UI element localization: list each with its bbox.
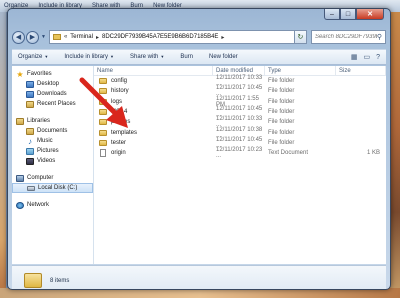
refresh-button[interactable]: ↻ xyxy=(294,30,307,44)
help-icon[interactable]: ? xyxy=(376,54,380,61)
organize-label: Organize xyxy=(18,54,43,60)
hard-drive-icon xyxy=(27,185,35,191)
share-with-menu[interactable]: Share with ▼ xyxy=(130,54,164,60)
file-date: 12/11/2017 10:23 ... xyxy=(216,147,263,160)
command-bar-right: ▦ ▭ ? xyxy=(351,53,386,62)
sidebar-item-label: Recent Places xyxy=(37,101,76,107)
column-header-size[interactable]: Size xyxy=(336,65,386,76)
text-document-icon xyxy=(100,149,106,158)
file-type: Text Document xyxy=(268,150,309,157)
chevron-right-icon[interactable]: ▸ xyxy=(221,34,224,41)
organize-menu[interactable]: Organize ▼ xyxy=(18,54,48,60)
column-header-date-modified[interactable]: Date modified xyxy=(213,65,265,76)
breadcrumb-current-folder[interactable]: 8DC29DF7939B45A7E5E9B6B6D7185B4E xyxy=(102,34,218,40)
file-type: File folder xyxy=(268,88,295,95)
computer-icon xyxy=(16,174,24,182)
recent-places-icon xyxy=(26,100,34,108)
file-name-cell: origin xyxy=(94,149,213,158)
share-with-label: Share with xyxy=(129,54,159,60)
sidebar-item-music[interactable]: ♪ Music xyxy=(12,136,93,146)
sidebar-item-label: Music xyxy=(37,138,53,144)
sidebar-item-label: Videos xyxy=(37,158,56,164)
desktop-wallpaper-left xyxy=(0,12,6,298)
explorer-window: – □ ✕ ◀ ▶ ▼ « Terminal ▸ 8DC29DF7939B45A… xyxy=(7,8,391,290)
explorer-body: ★ Favorites Desktop Downloads Recent Pla… xyxy=(12,65,386,264)
folder-icon xyxy=(52,34,61,40)
documents-icon xyxy=(26,127,34,135)
sidebar-item-label: Documents xyxy=(37,128,68,134)
red-arrow-annotation-icon xyxy=(79,77,128,128)
file-row[interactable]: origin 12/11/2017 10:23 ... Text Documen… xyxy=(94,147,386,160)
sidebar-network[interactable]: Network xyxy=(12,200,93,210)
sidebar-item-label: Downloads xyxy=(37,91,67,97)
breadcrumb-terminal[interactable]: Terminal xyxy=(70,34,93,40)
recent-pages-dropdown-icon[interactable]: ▼ xyxy=(41,34,46,40)
file-type: File folder xyxy=(268,129,295,136)
column-header-name[interactable]: Name xyxy=(94,65,213,76)
file-name-cell: tester xyxy=(94,139,213,146)
file-type: File folder xyxy=(268,109,295,116)
sidebar-item-label: Local Disk (C:) xyxy=(38,185,78,191)
chevron-down-icon: ▼ xyxy=(44,54,49,59)
sidebar-item-videos[interactable]: Videos xyxy=(12,156,93,166)
include-in-library-label: Include in library xyxy=(64,54,109,60)
search-icon[interactable]: ⚲ xyxy=(377,33,382,41)
network-icon xyxy=(16,201,24,209)
downloads-icon xyxy=(26,90,34,98)
new-folder-button[interactable]: New folder xyxy=(209,54,238,60)
command-bar: Organize ▼ Include in library ▼ Share with… xyxy=(12,49,386,65)
minimize-button[interactable]: – xyxy=(324,9,340,20)
sidebar-item-pictures[interactable]: Pictures xyxy=(12,146,93,156)
libraries-icon xyxy=(16,117,24,125)
chevron-down-icon: ▼ xyxy=(160,54,165,59)
folder-icon xyxy=(99,139,107,146)
search-input[interactable] xyxy=(314,34,377,40)
sidebar-item-label: Desktop xyxy=(37,81,60,87)
pictures-icon xyxy=(26,147,34,155)
file-type: File folder xyxy=(268,119,295,126)
include-in-library-menu[interactable]: Include in library ▼ xyxy=(64,54,114,60)
file-type: File folder xyxy=(268,78,295,85)
folder-icon xyxy=(24,273,42,288)
view-options-icon[interactable]: ▦ xyxy=(351,53,358,61)
window-controls: – □ ✕ xyxy=(324,9,384,20)
file-name: tester xyxy=(111,139,127,146)
star-icon: ★ xyxy=(16,69,24,79)
file-list: Name Date modified Type Size config 12/1… xyxy=(94,65,386,264)
sidebar-favorites-label: Favorites xyxy=(27,71,52,77)
chevron-down-icon: ▼ xyxy=(110,54,114,59)
back-button[interactable]: ◀ xyxy=(12,30,25,44)
sidebar-item-local-disk[interactable]: Local Disk (C:) xyxy=(12,183,93,193)
file-type: File folder xyxy=(268,98,295,105)
preview-pane-icon[interactable]: ▭ xyxy=(363,53,370,61)
forward-button[interactable]: ▶ xyxy=(26,30,39,44)
videos-icon xyxy=(26,157,34,165)
maximize-button[interactable]: □ xyxy=(340,9,356,20)
sidebar-network-label: Network xyxy=(27,202,50,208)
burn-button[interactable]: Burn xyxy=(180,54,193,60)
search-box[interactable]: ⚲ xyxy=(310,30,386,44)
sidebar-item-label: Pictures xyxy=(37,148,59,154)
details-pane: 8 items xyxy=(12,265,386,289)
file-name: origin xyxy=(111,150,126,157)
sidebar-computer[interactable]: Computer xyxy=(12,173,93,183)
item-count: 8 items xyxy=(50,277,70,284)
sidebar-libraries-label: Libraries xyxy=(27,118,51,124)
column-header-type[interactable]: Type xyxy=(265,65,336,76)
music-icon: ♪ xyxy=(28,136,32,146)
file-size: 1 KB xyxy=(366,150,380,157)
desktop-icon xyxy=(26,80,34,88)
chevron-right-icon[interactable]: ▸ xyxy=(96,34,99,41)
sidebar-computer-label: Computer xyxy=(27,175,54,181)
file-type: File folder xyxy=(268,139,295,146)
close-button[interactable]: ✕ xyxy=(356,9,384,20)
navigation-bar: ◀ ▶ ▼ « Terminal ▸ 8DC29DF7939B45A7E5E9B… xyxy=(12,28,386,46)
address-bar[interactable]: « Terminal ▸ 8DC29DF7939B45A7E5E9B6B6D71… xyxy=(48,30,295,44)
chevron-right-icon[interactable]: « xyxy=(64,34,67,40)
